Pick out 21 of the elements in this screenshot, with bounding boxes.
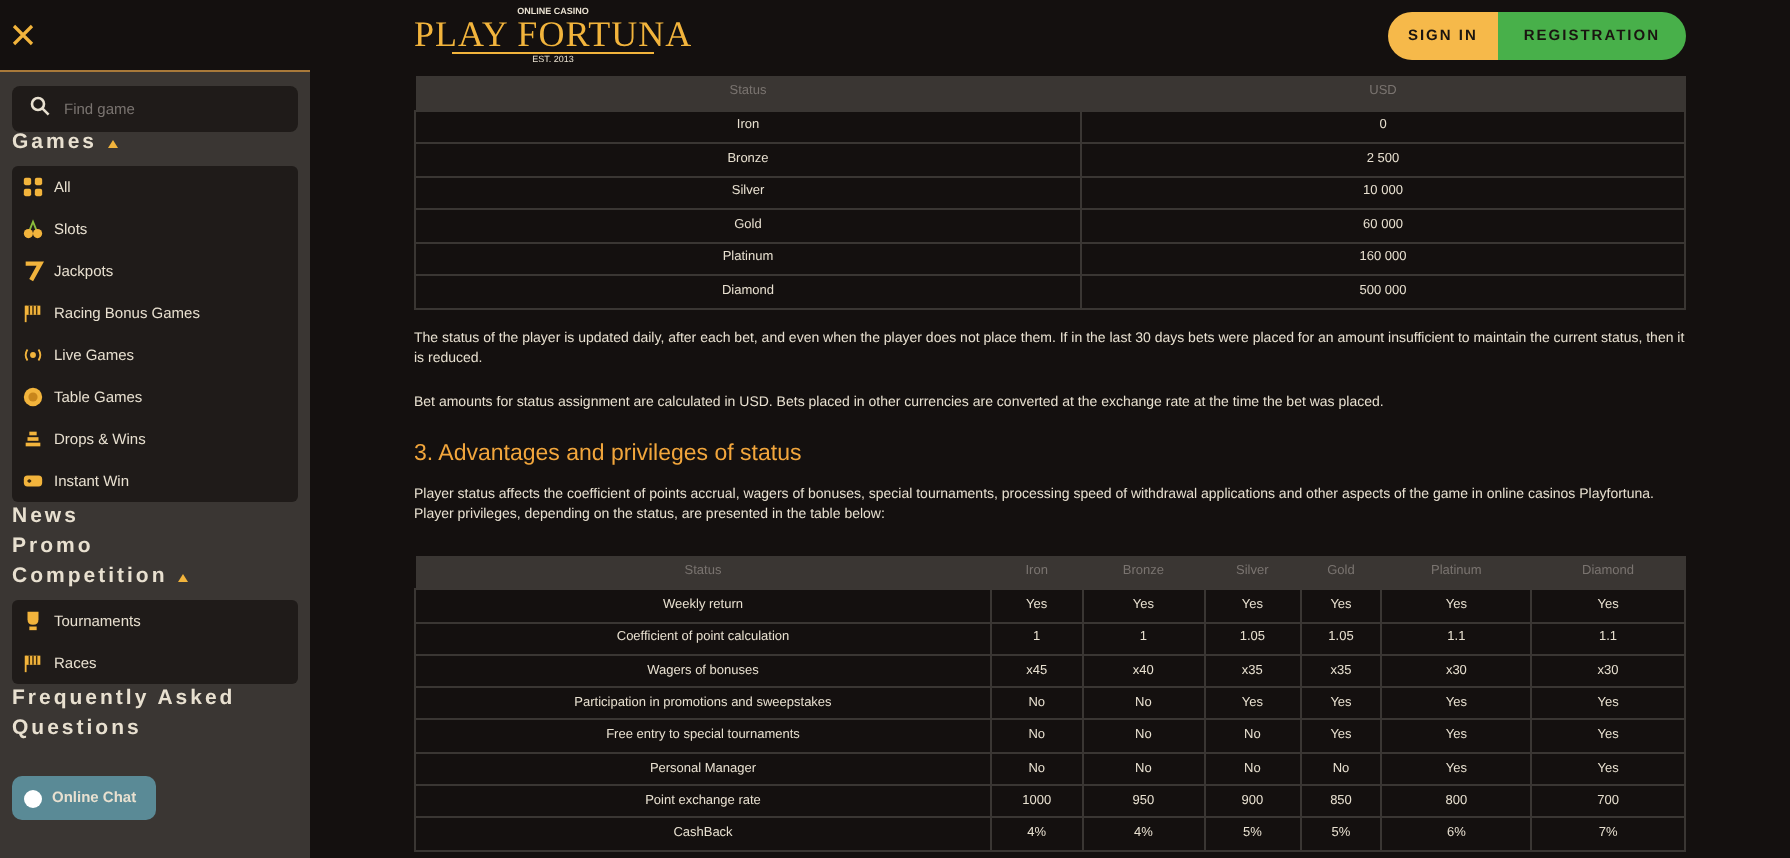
casino-chip-icon	[22, 386, 44, 408]
checkered-flag-icon	[22, 652, 44, 674]
gamepad-icon	[22, 470, 44, 492]
close-icon[interactable]	[12, 24, 34, 46]
section-heading: 3. Advantages and privileges of status	[414, 439, 804, 469]
grid-icon	[22, 176, 44, 198]
coin-stack-icon	[22, 428, 44, 450]
menu-section[interactable]: Promo	[12, 532, 94, 562]
chat-icon	[24, 789, 42, 807]
checkered-flag-icon	[22, 302, 44, 324]
menu-section[interactable]: Games	[12, 128, 98, 158]
broadcast-icon	[22, 344, 44, 366]
trophy-icon	[22, 610, 44, 632]
caret-icon[interactable]	[177, 573, 188, 581]
menu-section[interactable]: Competition	[12, 562, 168, 592]
seven-icon	[22, 260, 44, 282]
menu-section[interactable]: News	[12, 502, 79, 532]
caret-icon[interactable]	[107, 139, 118, 147]
menu-section[interactable]: Frequently Asked Questions	[12, 684, 298, 744]
cherries-icon	[22, 218, 44, 240]
search-icon	[30, 95, 50, 115]
